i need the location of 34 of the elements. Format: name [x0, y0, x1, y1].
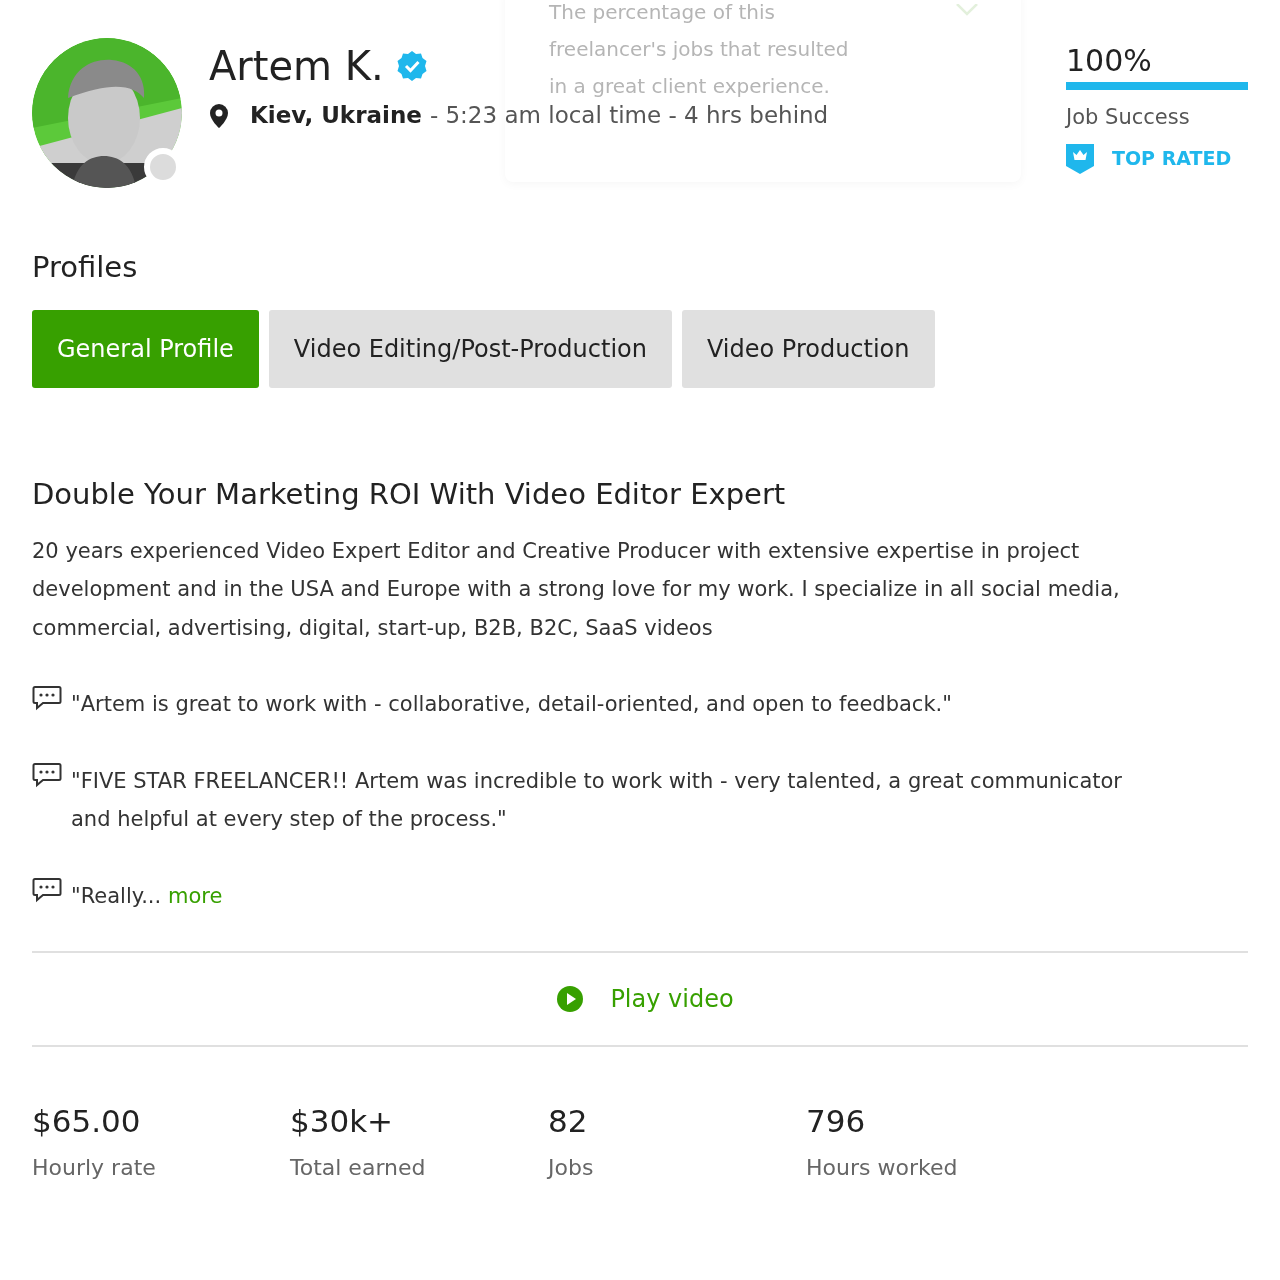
crown-shield-icon — [1066, 143, 1094, 174]
tooltip-text: in a great client experience. — [549, 74, 830, 98]
stat-value: 82 — [548, 1102, 589, 1141]
job-success-label: Job Success — [1066, 104, 1191, 131]
chat-icon — [32, 761, 62, 788]
tooltip-text: The percentage of this — [549, 0, 775, 24]
tooltip-text: freelancer's jobs that resulted — [549, 37, 849, 61]
top-rated-label: TOP RATED — [1112, 146, 1232, 172]
review-quote: "Really... more — [71, 882, 223, 910]
job-success-value: 100% — [1066, 42, 1153, 80]
profile-tab[interactable]: General Profile — [32, 309, 259, 388]
review-quote: "FIVE STAR FREELANCER!! Artem was incredible to work with - very talented, a great communicator and helpful at every step of the process." — [71, 767, 1123, 833]
profile-title: Double Your Marketing ROI With Video Editor Expert — [32, 475, 787, 513]
profile-tab[interactable]: Video Production — [681, 309, 935, 388]
local-time: - 5:23 am local time - 4 hrs behind — [429, 102, 829, 129]
stat-value: 796 — [806, 1102, 867, 1141]
chat-icon — [32, 685, 62, 711]
stat-label: Jobs — [548, 1154, 595, 1182]
profile-description: 20 years experienced Video Expert Editor and Creative Producer with extensive expertise in project development and in the USA and Europe with a strong love for my work. I specialize in all social media, commercial, advertising, digital, start-up, B2B, B2C, SaaS videos — [32, 537, 1121, 642]
location: Kiev, Ukraine — [250, 102, 422, 129]
review-quote: "Artem is great to work with - collaborative, detail-oriented, and open to feedback." — [71, 691, 952, 718]
more-link[interactable]: more — [167, 883, 223, 908]
location-pin-icon — [209, 102, 229, 129]
stat-label: Hourly rate — [32, 1154, 157, 1182]
stat-label: Hours worked — [806, 1154, 959, 1182]
play-video-button[interactable]: Play video — [556, 981, 734, 1017]
stat-value: $65.00 — [32, 1102, 142, 1141]
chat-icon — [32, 876, 62, 903]
profile-tab[interactable]: Video Editing/Post-Production — [268, 309, 672, 388]
freelancer-name: Artem K. — [209, 42, 384, 91]
section-heading: Profiles — [32, 249, 139, 286]
stat-value: $30k+ — [290, 1102, 395, 1141]
stat-label: Total earned — [290, 1154, 427, 1182]
play-icon — [556, 985, 585, 1013]
